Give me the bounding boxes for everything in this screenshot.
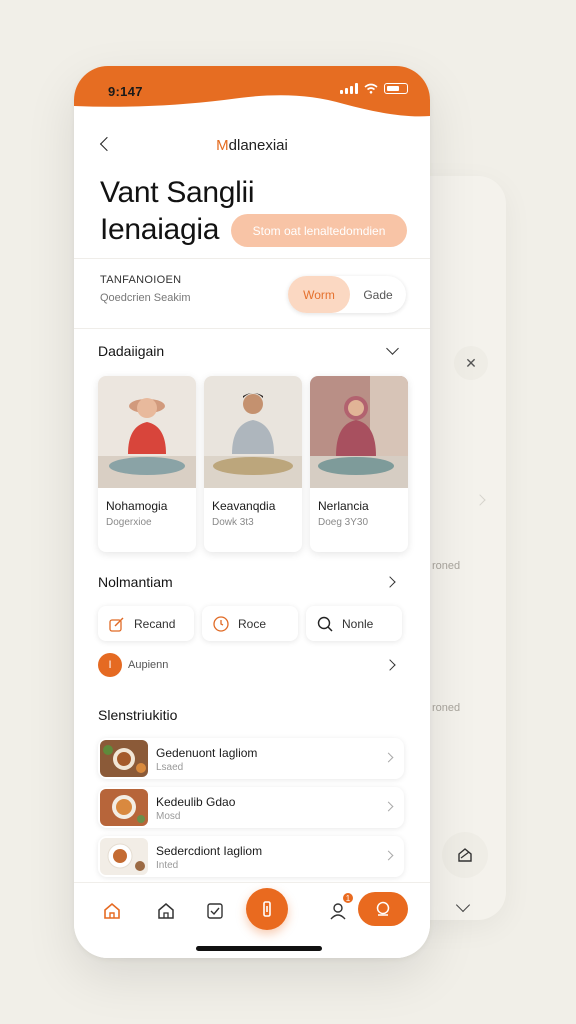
hero-action-button[interactable]: Stom oat lenaltedomdien <box>231 214 407 247</box>
item-sub: Inted <box>156 860 179 871</box>
action-chips: Recand Roce Nonle <box>98 606 402 641</box>
card-sub: Doeg 3Y30 <box>318 517 369 528</box>
card-sub: Dowk 3t3 <box>212 517 254 528</box>
item-sub: Lsaed <box>156 762 184 773</box>
chevron-down-icon[interactable] <box>455 897 471 913</box>
card-name: Nohamogia <box>106 499 168 513</box>
tab-home-active[interactable] <box>98 897 126 925</box>
share-button[interactable] <box>442 832 488 878</box>
chip-nonle[interactable]: Nonle <box>306 606 402 641</box>
segment-toggle[interactable]: Worm Gade <box>288 276 406 313</box>
profile-card[interactable]: Nerlancia Doeg 3Y30 <box>310 376 408 552</box>
nav-bar: Mdlanexiai <box>74 130 430 162</box>
add-row[interactable]: I Aupienn <box>98 653 406 679</box>
plus-icon <box>263 901 271 917</box>
filter-sub: Qoedcrien Seakim <box>100 292 191 304</box>
card-name: Keavanqdia <box>212 499 276 513</box>
divider <box>74 258 430 259</box>
list-item[interactable]: Kedeulib Gdao Mosd <box>98 787 404 828</box>
card-name: Nerlancia <box>318 499 369 513</box>
profile-photo <box>310 376 408 488</box>
profile-cards: Nohamogia Dogerxioe Keavanqdia Dowk 3t3 <box>98 376 408 552</box>
item-title: Kedeulib Gdao <box>156 795 236 809</box>
toggle-option[interactable]: Gade <box>350 288 406 302</box>
list-item[interactable]: Gedenuont Iagliom Lsaed <box>98 738 404 779</box>
toggle-option-selected[interactable]: Worm <box>288 276 350 313</box>
chip-recand[interactable]: Recand <box>98 606 194 641</box>
chip-roce[interactable]: Roce <box>202 606 298 641</box>
add-label: Aupienn <box>128 659 169 671</box>
tab-home[interactable] <box>152 897 180 925</box>
filter-label: TANFANOIOEN <box>100 274 182 286</box>
food-thumbnail <box>100 789 148 826</box>
item-title: Gedenuont Iagliom <box>156 746 258 760</box>
edit-icon <box>108 615 126 633</box>
chat-button[interactable] <box>358 892 408 926</box>
ghost-text: roned <box>432 560 461 572</box>
chevron-right-icon <box>383 801 394 812</box>
checklist-icon <box>207 903 223 919</box>
card-sub: Dogerxioe <box>106 517 152 528</box>
food-thumbnail <box>100 838 148 875</box>
close-icon[interactable]: ✕ <box>454 346 488 380</box>
chevron-right-icon <box>383 850 394 861</box>
clock-icon <box>212 615 230 633</box>
user-icon <box>330 903 346 920</box>
status-time: 9:147 <box>108 84 143 99</box>
hero-title: Vant Sanglii Ienaiagia <box>100 176 255 246</box>
share-icon <box>458 848 472 862</box>
section-title: Slenstriukitio <box>98 707 178 723</box>
add-badge: I <box>98 653 122 677</box>
page-title: Mdlanexiai <box>216 137 288 154</box>
battery-icon <box>384 83 408 94</box>
ghost-text: roned <box>432 702 461 714</box>
search-icon <box>316 615 334 633</box>
chevron-right-icon <box>384 659 396 671</box>
notification-badge: 1 <box>342 892 354 904</box>
home-icon <box>158 903 174 919</box>
item-sub: Mosd <box>156 811 181 822</box>
chevron-right-icon[interactable] <box>384 576 396 588</box>
tab-checklist[interactable] <box>201 897 229 925</box>
food-list: Gedenuont Iagliom Lsaed Kedeulib Gdao Mo… <box>98 738 406 885</box>
divider <box>74 328 430 329</box>
profile-photo <box>98 376 196 488</box>
item-title: Sedercdiont Iagliom <box>156 844 263 858</box>
wifi-icon <box>364 83 378 94</box>
chevron-icon <box>474 494 486 506</box>
home-indicator <box>196 946 322 951</box>
profile-photo <box>204 376 302 488</box>
food-thumbnail <box>100 740 148 777</box>
signal-icon <box>340 83 358 94</box>
section-title: Dadaiigain <box>98 343 165 359</box>
status-icons <box>340 83 408 94</box>
profile-card[interactable]: Keavanqdia Dowk 3t3 <box>204 376 302 552</box>
phone-screen: 9:147 Mdlanexiai Vant Sanglii Ienaiagia … <box>74 66 430 958</box>
list-item[interactable]: Sedercdiont Iagliom Inted <box>98 836 404 877</box>
home-icon <box>104 902 120 919</box>
section-title: Nolmantiam <box>98 574 173 590</box>
chat-icon <box>376 901 390 916</box>
profile-card[interactable]: Nohamogia Dogerxioe <box>98 376 196 552</box>
chevron-down-icon[interactable] <box>386 342 399 355</box>
chevron-right-icon <box>383 752 394 763</box>
add-fab-button[interactable] <box>246 888 288 930</box>
